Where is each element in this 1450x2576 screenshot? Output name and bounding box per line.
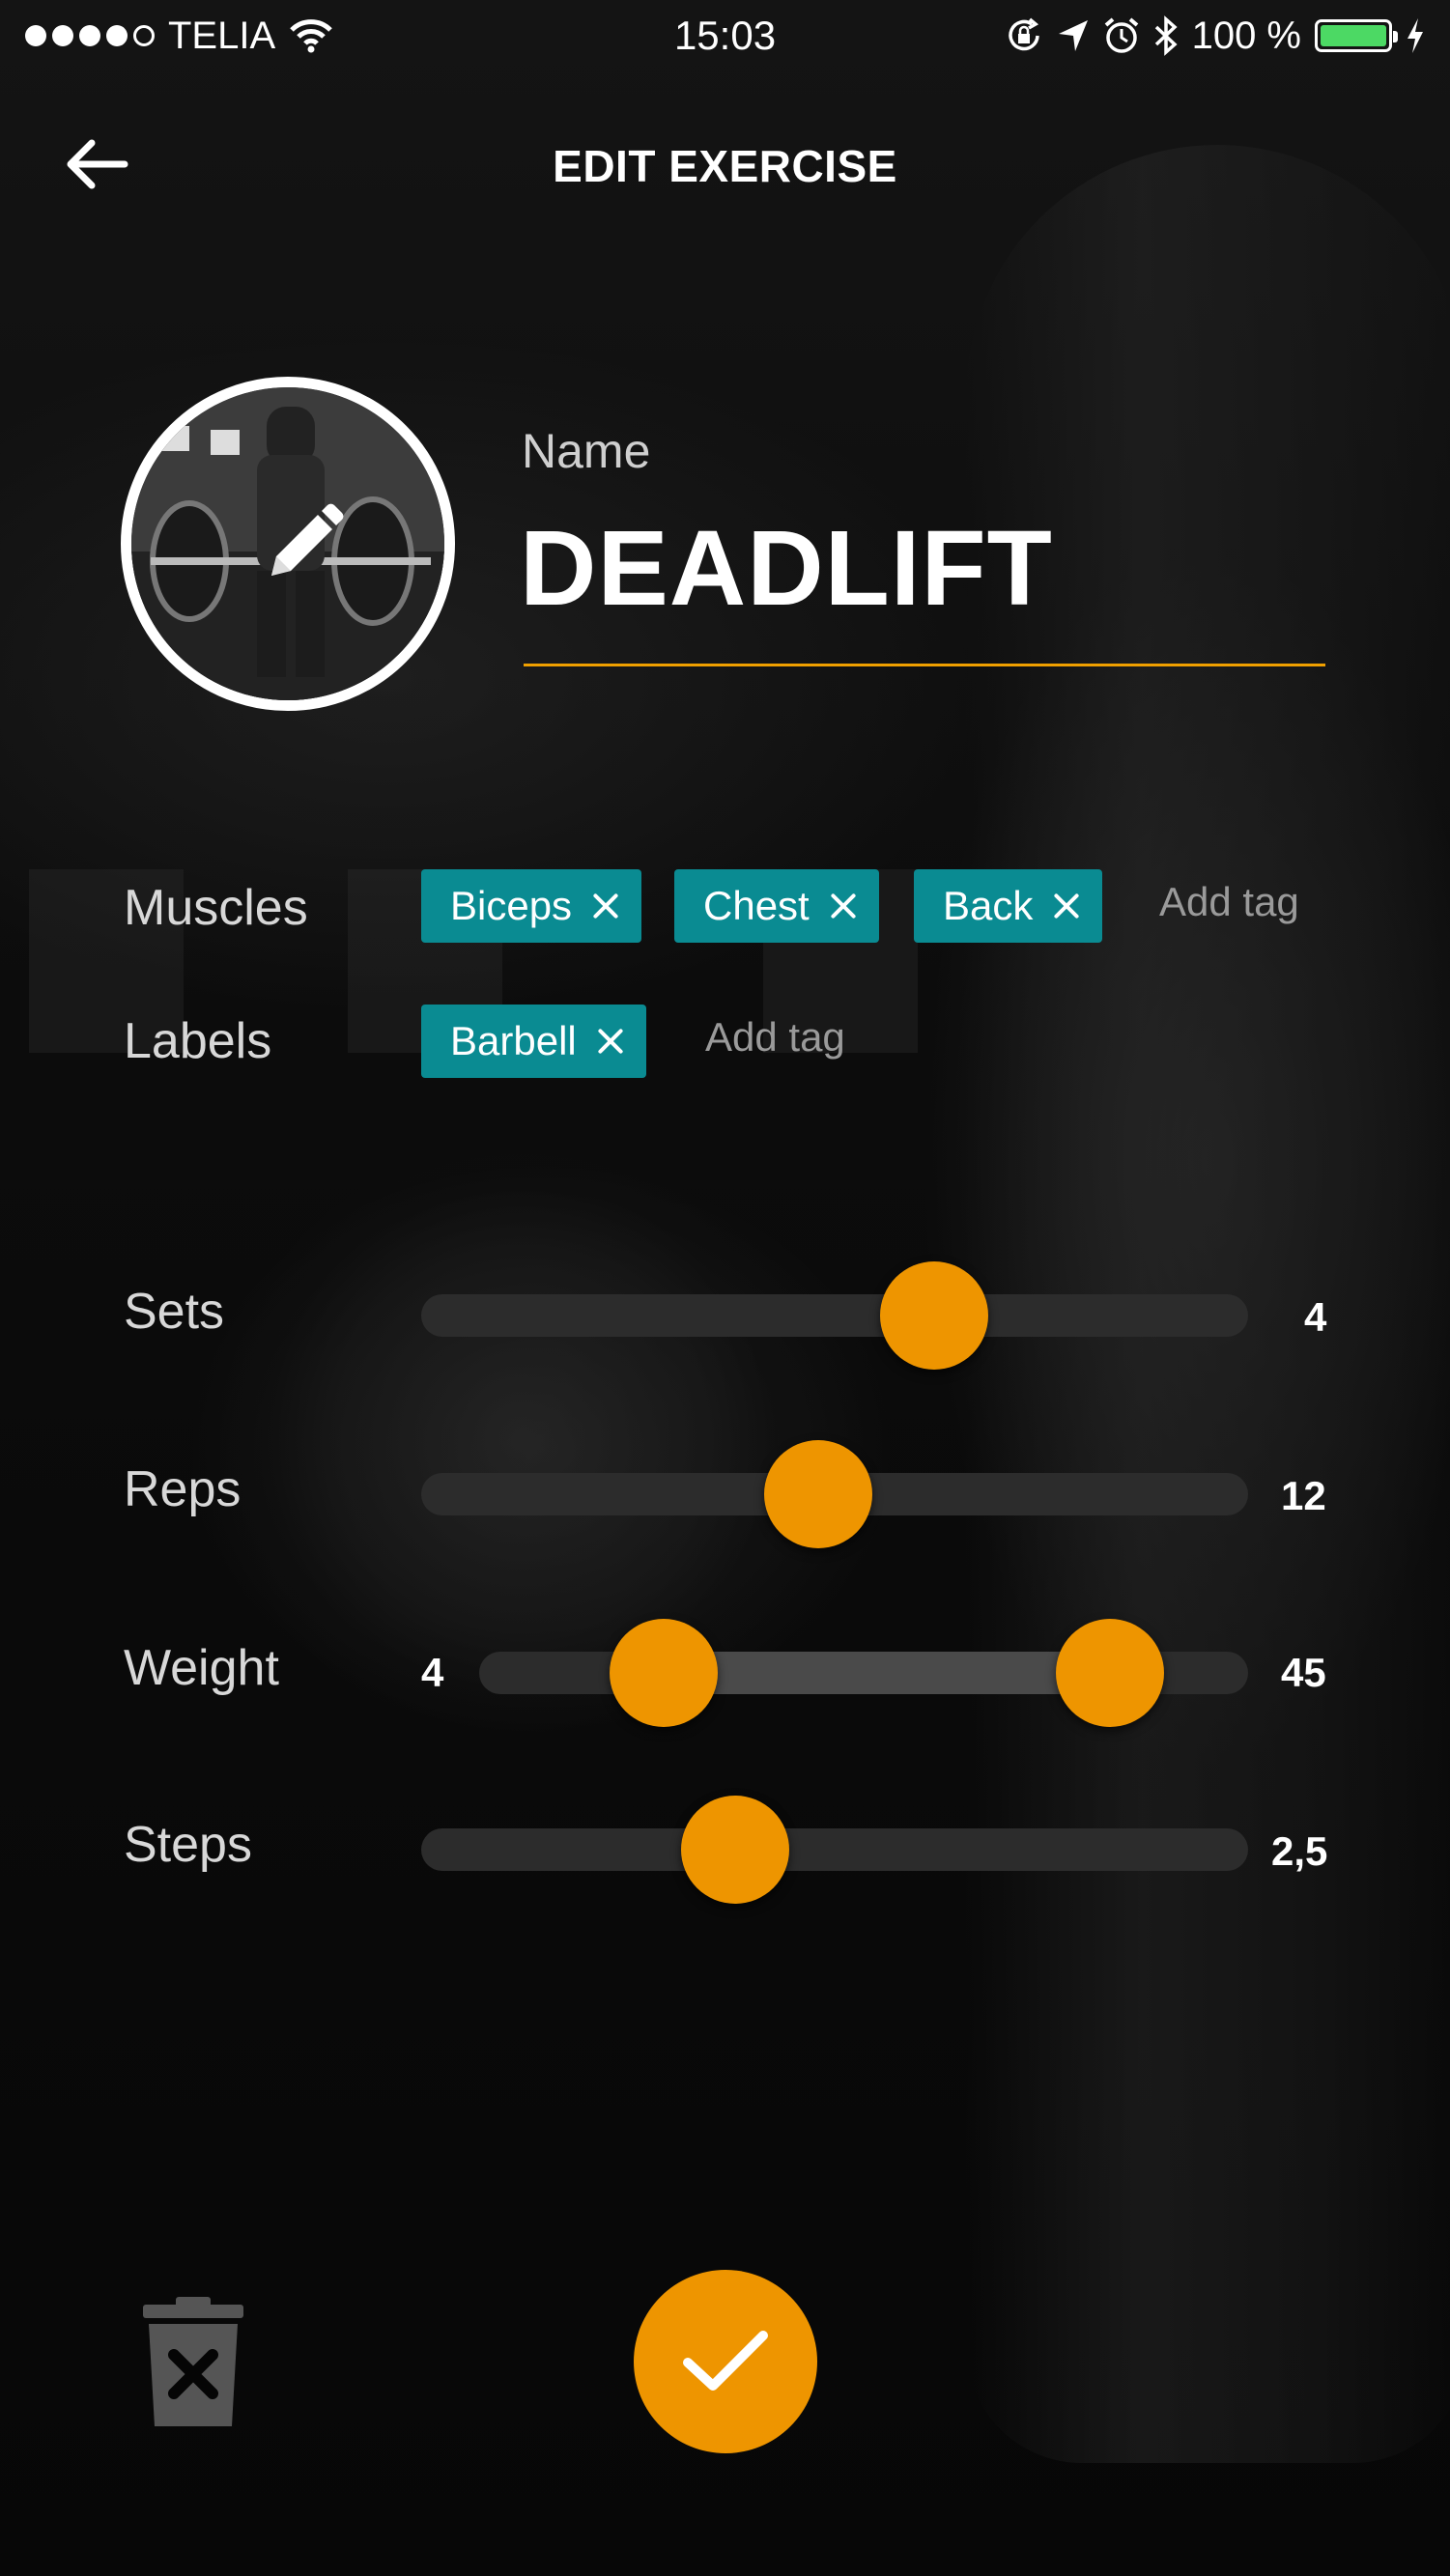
remove-tag-icon[interactable] <box>829 892 858 920</box>
tag-barbell[interactable]: Barbell <box>421 1005 646 1078</box>
pencil-icon <box>271 503 344 576</box>
background-weight-plate <box>222 1140 821 1739</box>
tag-biceps[interactable]: Biceps <box>421 869 642 943</box>
page-title: EDIT EXERCISE <box>553 141 897 191</box>
checkmark-icon <box>683 2331 768 2391</box>
delete-exercise-button[interactable] <box>143 2297 243 2428</box>
tag-label: Barbell <box>450 1018 577 1063</box>
name-label: Name <box>522 424 651 478</box>
weight-min-thumb[interactable] <box>610 1619 719 1727</box>
muscles-label: Muscles <box>124 880 308 936</box>
status-time: 15:03 <box>673 13 777 58</box>
status-right: 100 % <box>1005 14 1425 58</box>
add-label-tag-input[interactable]: Add tag <box>705 1014 845 1061</box>
charging-icon <box>1407 18 1423 53</box>
weight-min-value: 4 <box>421 1650 444 1695</box>
bluetooth-icon <box>1154 15 1178 56</box>
sets-label: Sets <box>124 1284 225 1340</box>
remove-tag-icon[interactable] <box>596 1027 625 1056</box>
weight-label: Weight <box>124 1640 279 1696</box>
reps-slider-track[interactable] <box>421 1440 1248 1548</box>
signal-strength-icon <box>25 25 155 46</box>
reps-slider-thumb[interactable] <box>763 1440 872 1548</box>
exercise-image[interactable] <box>121 377 455 711</box>
remove-tag-icon[interactable] <box>1052 892 1081 920</box>
tag-label: Biceps <box>450 883 573 928</box>
name-underline <box>524 664 1325 666</box>
carrier-name: TELIA <box>168 14 276 57</box>
trash-icon <box>143 2297 243 2426</box>
steps-label: Steps <box>124 1817 252 1873</box>
wifi-icon <box>290 19 332 53</box>
exercise-name-input[interactable]: DEADLIFT <box>520 507 1053 630</box>
tag-label: Chest <box>703 883 810 928</box>
sets-slider-track[interactable] <box>421 1261 1248 1370</box>
weight-selected-range <box>664 1652 1110 1694</box>
tag-chest[interactable]: Chest <box>674 869 879 943</box>
save-button[interactable] <box>634 2270 817 2453</box>
battery-icon <box>1315 19 1398 52</box>
edit-exercise-screen: TELIA 15:03 100 % EDIT EXERCISE Name DEA… <box>0 0 1450 2576</box>
steps-slider-thumb[interactable] <box>681 1796 790 1904</box>
sets-slider-thumb[interactable] <box>879 1261 988 1370</box>
reps-value: 12 <box>1281 1473 1326 1518</box>
weight-max-thumb[interactable] <box>1055 1619 1164 1727</box>
sets-value: 4 <box>1304 1294 1327 1340</box>
steps-slider-track[interactable] <box>421 1796 1248 1904</box>
location-icon <box>1058 20 1088 51</box>
remove-tag-icon[interactable] <box>591 892 620 920</box>
battery-percent: 100 % <box>1191 14 1301 57</box>
weight-max-value: 45 <box>1281 1650 1326 1695</box>
add-muscle-tag-input[interactable]: Add tag <box>1159 879 1299 925</box>
rotation-lock-icon <box>1008 17 1039 51</box>
status-bar: TELIA 15:03 100 % <box>0 0 1450 71</box>
labels-label: Labels <box>124 1013 272 1069</box>
steps-value: 2,5 <box>1271 1828 1328 1874</box>
tag-label: Back <box>943 883 1034 928</box>
reps-label: Reps <box>124 1461 242 1517</box>
tag-back[interactable]: Back <box>914 869 1103 943</box>
alarm-icon <box>1104 17 1138 53</box>
weight-range-slider-track[interactable] <box>479 1619 1248 1727</box>
status-left: TELIA <box>25 14 333 58</box>
